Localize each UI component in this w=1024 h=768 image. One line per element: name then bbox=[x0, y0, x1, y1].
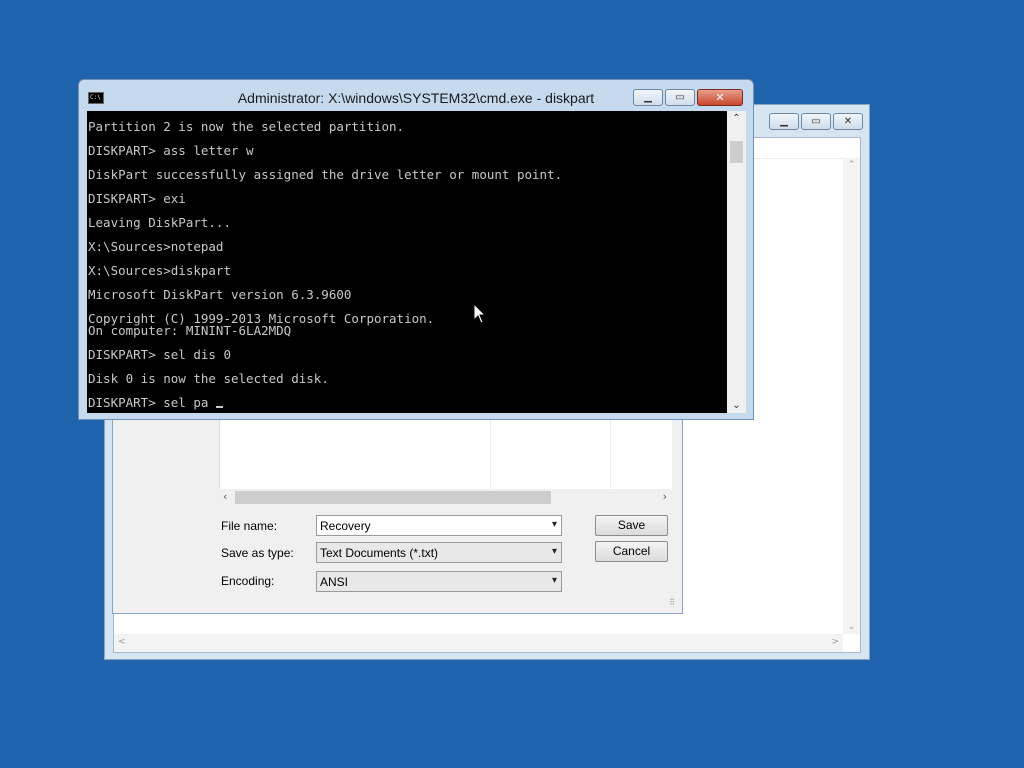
scrollbar-thumb[interactable] bbox=[235, 491, 551, 504]
console-line: Leaving DiskPart... bbox=[88, 215, 231, 230]
scrollbar-thumb[interactable] bbox=[730, 141, 743, 163]
encoding-select[interactable]: ANSI ▾ bbox=[316, 571, 562, 592]
chevron-down-icon[interactable]: ▾ bbox=[552, 575, 557, 586]
save-as-type-select[interactable]: Text Documents (*.txt) ▾ bbox=[316, 542, 562, 563]
scroll-left-icon[interactable]: ‹ bbox=[223, 490, 227, 503]
file-name-value: Recovery bbox=[320, 519, 371, 533]
console-line: Disk 0 is now the selected disk. bbox=[88, 371, 329, 386]
text-cursor bbox=[215, 406, 223, 408]
console-output: Partition 2 is now the selected partitio… bbox=[88, 119, 724, 409]
scroll-left-icon[interactable]: < bbox=[118, 637, 126, 647]
maximize-icon[interactable]: ▭ bbox=[665, 89, 695, 106]
minimize-icon[interactable]: ▁ bbox=[633, 89, 663, 106]
console-line: DISKPART> sel dis 0 bbox=[88, 347, 231, 362]
scroll-up-icon[interactable]: ⌃ bbox=[727, 113, 746, 124]
console-line: On computer: MININT-6LA2MDQ bbox=[88, 323, 292, 338]
encoding-value: ANSI bbox=[320, 575, 349, 589]
console-line: DISKPART> exi bbox=[88, 191, 186, 206]
file-list-horizontal-scrollbar[interactable]: ‹ › bbox=[219, 489, 671, 506]
console-line: X:\Sources>diskpart bbox=[88, 263, 231, 278]
save-as-dialog[interactable]: ‹ › File name: Recovery ▾ Save Save as t… bbox=[112, 410, 683, 614]
console-vertical-scrollbar[interactable]: ⌃ ⌄ bbox=[727, 111, 746, 413]
cmd-titlebar[interactable]: C:\ Administrator: X:\windows\SYSTEM32\c… bbox=[79, 80, 753, 111]
cmd-console[interactable]: Partition 2 is now the selected partitio… bbox=[87, 111, 746, 413]
save-as-type-value: Text Documents (*.txt) bbox=[320, 546, 439, 560]
scroll-right-icon[interactable]: › bbox=[663, 490, 667, 503]
scroll-down-icon[interactable]: ⌄ bbox=[843, 622, 860, 632]
save-as-type-label: Save as type: bbox=[221, 546, 294, 560]
console-line: DISKPART> sel pa bbox=[88, 396, 724, 409]
file-name-field[interactable]: Recovery ▾ bbox=[316, 515, 562, 536]
console-line: DiskPart successfully assigned the drive… bbox=[88, 167, 563, 182]
chevron-down-icon[interactable]: ▾ bbox=[552, 519, 557, 530]
mouse-pointer-icon bbox=[473, 303, 487, 324]
cmd-window[interactable]: C:\ Administrator: X:\windows\SYSTEM32\c… bbox=[78, 79, 754, 420]
console-line: DISKPART> ass letter w bbox=[88, 143, 254, 158]
close-icon[interactable]: ✕ bbox=[833, 113, 863, 130]
file-list[interactable] bbox=[219, 411, 672, 489]
console-line: Microsoft DiskPart version 6.3.9600 bbox=[88, 287, 352, 302]
encoding-label: Encoding: bbox=[221, 574, 275, 588]
save-button[interactable]: Save bbox=[595, 515, 668, 536]
console-line: Partition 2 is now the selected partitio… bbox=[88, 119, 405, 134]
minimize-icon[interactable]: ▁ bbox=[769, 113, 799, 130]
close-icon[interactable]: ✕ bbox=[697, 89, 743, 106]
scroll-down-icon[interactable]: ⌄ bbox=[727, 400, 746, 411]
chevron-down-icon[interactable]: ▾ bbox=[552, 546, 557, 557]
notepad-horizontal-scrollbar[interactable]: < > bbox=[114, 634, 843, 652]
console-line: X:\Sources>notepad bbox=[88, 239, 224, 254]
scroll-right-icon[interactable]: > bbox=[831, 637, 839, 647]
scroll-up-icon[interactable]: ⌃ bbox=[843, 160, 860, 170]
file-name-label: File name: bbox=[221, 519, 278, 533]
maximize-icon[interactable]: ▭ bbox=[801, 113, 831, 130]
notepad-vertical-scrollbar[interactable]: ⌃ ⌄ bbox=[843, 158, 860, 634]
resize-grip-icon[interactable]: ⠿ bbox=[669, 598, 675, 607]
cancel-button[interactable]: Cancel bbox=[595, 541, 668, 562]
